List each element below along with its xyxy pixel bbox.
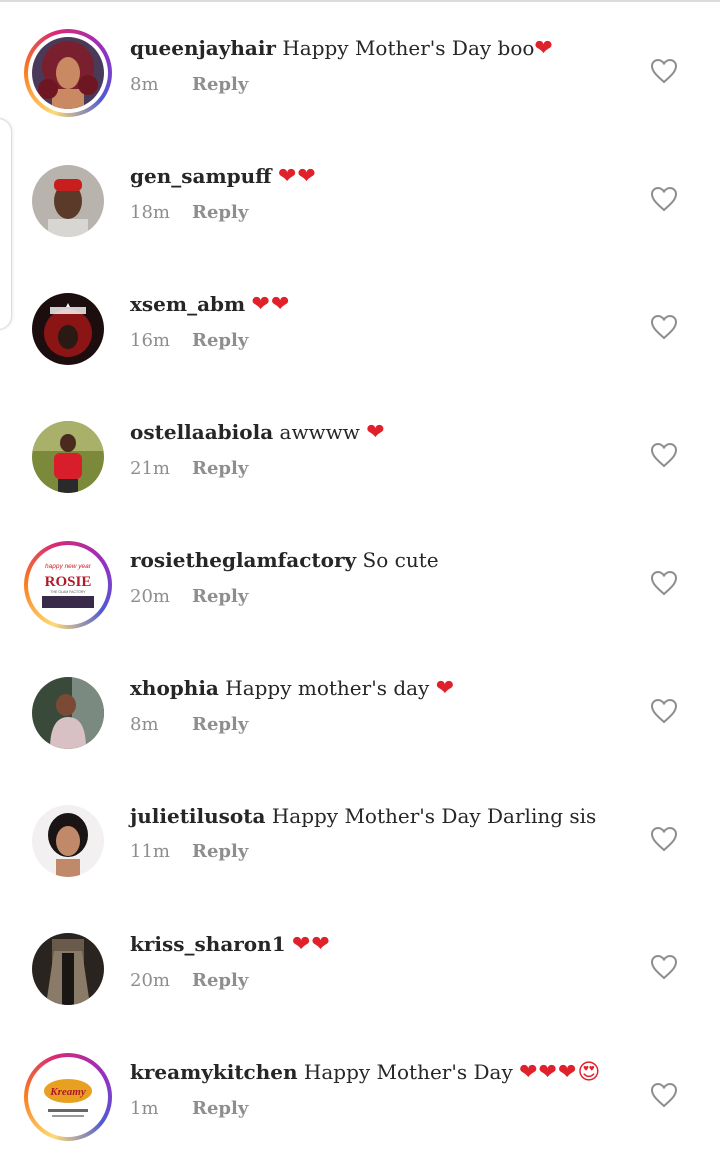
avatar bbox=[32, 805, 104, 877]
reply-button[interactable]: Reply bbox=[192, 714, 248, 735]
heart-outline-icon[interactable] bbox=[650, 442, 678, 468]
avatar: Kreamy bbox=[32, 1061, 104, 1133]
comment-text: awwww bbox=[279, 420, 360, 444]
avatar-caption: happy new year bbox=[45, 563, 92, 570]
avatar-frame[interactable] bbox=[24, 413, 112, 501]
avatar-story-ring[interactable]: Kreamy bbox=[24, 1053, 112, 1141]
heart-emoji: ❤ bbox=[534, 36, 554, 61]
avatar bbox=[32, 165, 104, 237]
avatar-frame[interactable] bbox=[24, 925, 112, 1013]
avatar: happy new year ROSIE THE GLAM FACTORY bbox=[32, 549, 104, 621]
avatar-story-ring[interactable] bbox=[24, 29, 112, 117]
comment-time: 20m bbox=[130, 586, 170, 607]
heart-emoji: ❤❤❤😍 bbox=[519, 1060, 602, 1085]
heart-outline-icon[interactable] bbox=[650, 826, 678, 852]
comment-text: Happy Mother's Day boo bbox=[282, 36, 535, 60]
comment-username[interactable]: queenjayhair bbox=[130, 36, 276, 60]
comment-time: 8m bbox=[130, 74, 159, 95]
comment-item: julietilusota Happy Mother's Day Darling… bbox=[0, 770, 720, 898]
comment-item: happy new year ROSIE THE GLAM FACTORY ro… bbox=[0, 514, 720, 642]
comment-time: 16m bbox=[130, 330, 170, 351]
reply-button[interactable]: Reply bbox=[192, 74, 248, 95]
avatar bbox=[32, 421, 104, 493]
reply-button[interactable]: Reply bbox=[192, 202, 248, 223]
avatar-brand-text: Kreamy bbox=[49, 1086, 86, 1098]
comment-username[interactable]: xhophia bbox=[130, 676, 219, 700]
heart-outline-icon[interactable] bbox=[650, 314, 678, 340]
comment-time: 18m bbox=[130, 202, 170, 223]
reply-button[interactable]: Reply bbox=[192, 841, 248, 862]
avatar-frame[interactable] bbox=[24, 669, 112, 757]
comment-username[interactable]: rosietheglamfactory bbox=[130, 548, 356, 572]
avatar bbox=[32, 293, 104, 365]
comment-time: 8m bbox=[130, 714, 159, 735]
heart-outline-icon[interactable] bbox=[650, 186, 678, 212]
comment-time: 20m bbox=[130, 970, 170, 991]
comment-text: So cute bbox=[362, 548, 439, 572]
avatar bbox=[32, 933, 104, 1005]
comment-item: ostellaabiola awwww ❤ 21m Reply bbox=[0, 386, 720, 514]
comment-item: xhophia Happy mother's day ❤ 8m Reply bbox=[0, 642, 720, 770]
heart-emoji: ❤ bbox=[366, 420, 386, 445]
avatar-frame[interactable] bbox=[24, 285, 112, 373]
comment-item: Kreamy kreamykitchen Happy Mother's Day … bbox=[0, 1026, 720, 1154]
comment-username[interactable]: kreamykitchen bbox=[130, 1060, 298, 1084]
avatar-brand-text: ROSIE bbox=[45, 574, 92, 590]
heart-outline-icon[interactable] bbox=[650, 570, 678, 596]
heart-emoji: ❤❤ bbox=[291, 932, 331, 957]
comment-username[interactable]: julietilusota bbox=[130, 804, 265, 828]
reply-button[interactable]: Reply bbox=[192, 586, 248, 607]
heart-outline-icon[interactable] bbox=[650, 954, 678, 980]
avatar bbox=[32, 677, 104, 749]
avatar-tagline: THE GLAM FACTORY bbox=[50, 590, 86, 594]
reply-button[interactable]: Reply bbox=[192, 458, 248, 479]
reply-button[interactable]: Reply bbox=[192, 970, 248, 991]
avatar-story-ring[interactable]: happy new year ROSIE THE GLAM FACTORY bbox=[24, 541, 112, 629]
comment-item: kriss_sharon1 ❤❤ 20m Reply bbox=[0, 898, 720, 1026]
comment-time: 21m bbox=[130, 458, 170, 479]
comment-username[interactable]: kriss_sharon1 bbox=[130, 932, 286, 956]
heart-outline-icon[interactable] bbox=[650, 698, 678, 724]
comment-username[interactable]: gen_sampuff bbox=[130, 164, 272, 188]
avatar bbox=[32, 37, 104, 109]
comment-time: 11m bbox=[130, 841, 170, 862]
comment-text: Happy Mother's Day Darling sis bbox=[271, 804, 597, 828]
reply-button[interactable]: Reply bbox=[192, 330, 248, 351]
comment-time: 1m bbox=[130, 1098, 159, 1119]
comment-text: Happy Mother's Day bbox=[303, 1060, 513, 1084]
comment-username[interactable]: xsem_abm bbox=[130, 292, 245, 316]
comment-username[interactable]: ostellaabiola bbox=[130, 420, 273, 444]
avatar-frame[interactable] bbox=[24, 157, 112, 245]
comment-text: Happy mother's day bbox=[225, 676, 430, 700]
comment-item: gen_sampuff ❤❤ 18m Reply bbox=[0, 130, 720, 258]
comment-item: queenjayhair Happy Mother's Day boo❤ 8m R… bbox=[0, 2, 720, 130]
heart-emoji: ❤ bbox=[435, 676, 456, 701]
heart-outline-icon[interactable] bbox=[650, 58, 678, 84]
heart-emoji: ❤❤ bbox=[251, 292, 291, 317]
comment-item: xsem_abm ❤❤ 16m Reply bbox=[0, 258, 720, 386]
heart-emoji: ❤❤ bbox=[277, 164, 317, 189]
reply-button[interactable]: Reply bbox=[192, 1098, 248, 1119]
heart-outline-icon[interactable] bbox=[650, 1082, 678, 1108]
avatar-frame[interactable] bbox=[24, 797, 112, 885]
